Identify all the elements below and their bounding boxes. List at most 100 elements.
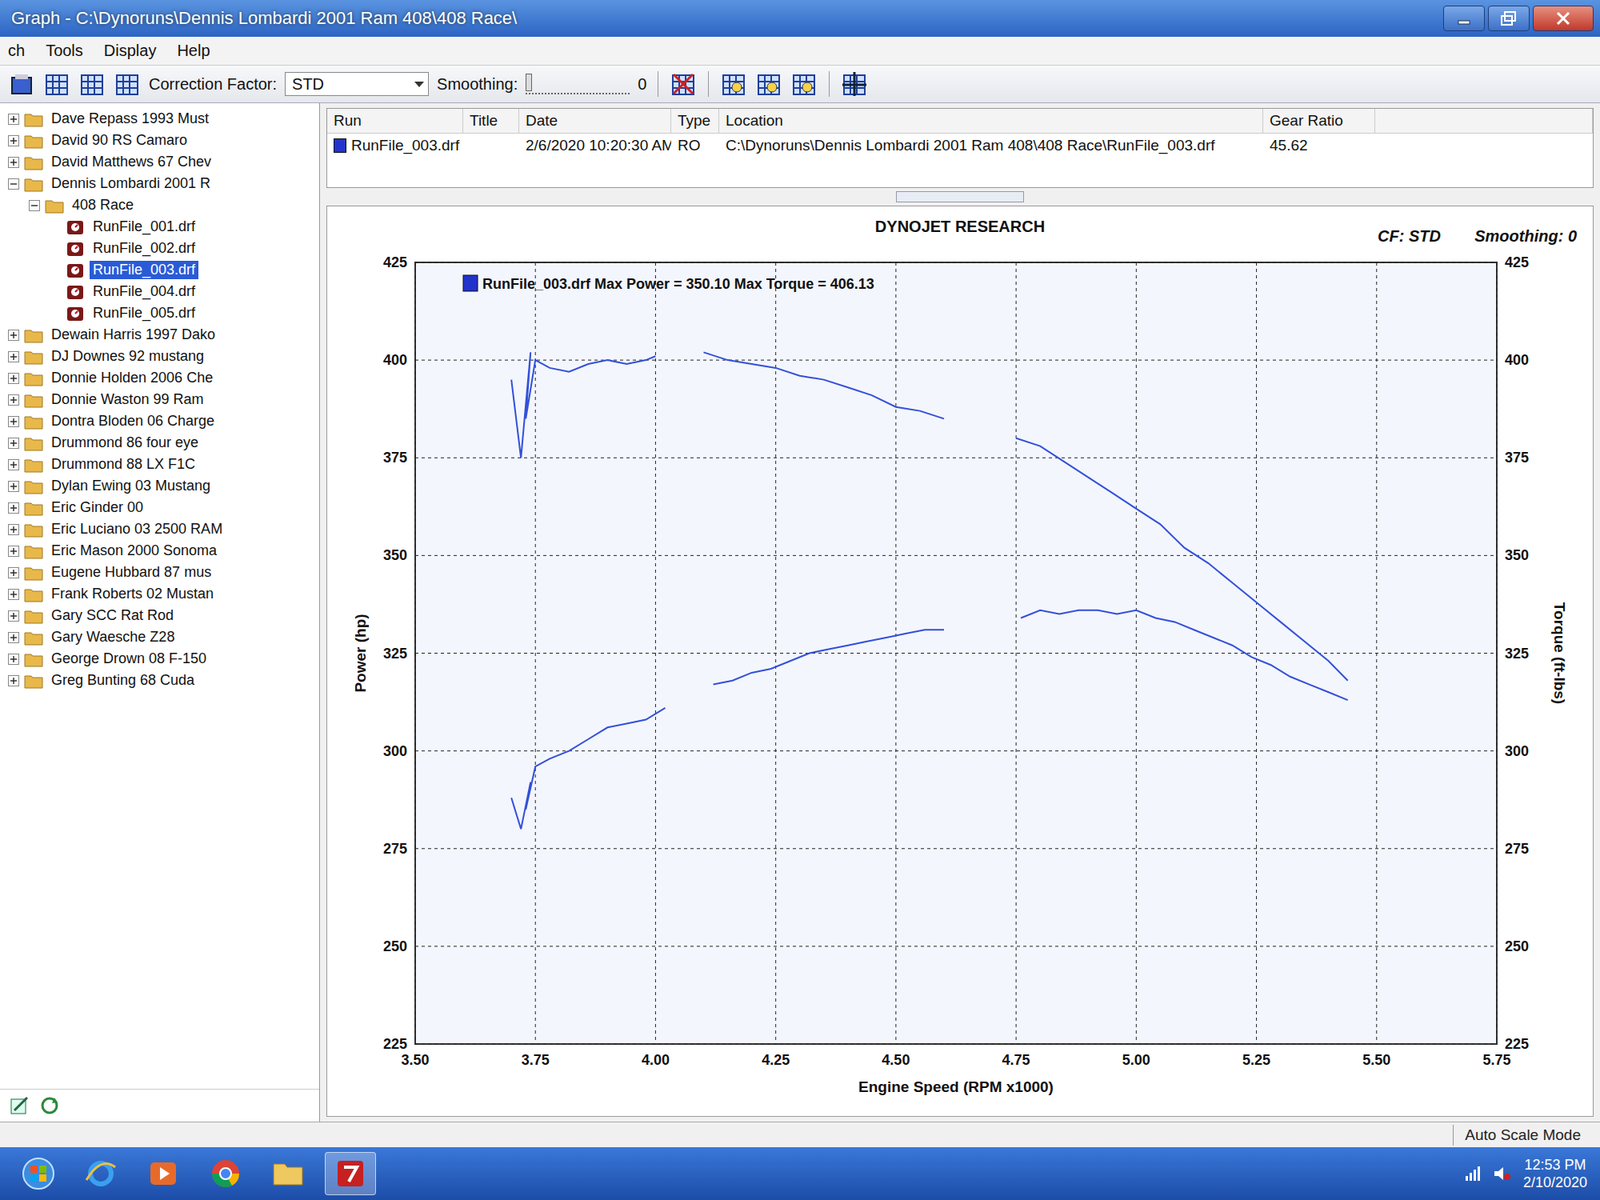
smoothing-slider[interactable] bbox=[525, 73, 630, 95]
expand-icon[interactable] bbox=[8, 480, 20, 492]
y-left-label: Power (hp) bbox=[352, 613, 369, 692]
tree-item[interactable]: Eugene Hubbard 87 mus bbox=[3, 561, 316, 584]
network-icon[interactable] bbox=[1464, 1164, 1482, 1183]
correction-value: STD bbox=[292, 75, 324, 94]
folder-icon bbox=[24, 586, 44, 603]
expand-icon[interactable] bbox=[8, 610, 20, 622]
expand-icon[interactable] bbox=[8, 372, 20, 384]
collapse-icon[interactable] bbox=[8, 178, 20, 190]
expand-icon[interactable] bbox=[8, 351, 20, 363]
taskbar-button[interactable] bbox=[324, 1152, 376, 1196]
taskbar-button[interactable] bbox=[137, 1152, 189, 1196]
expand-icon[interactable] bbox=[8, 437, 20, 449]
tree-item[interactable]: DJ Downes 92 mustang bbox=[3, 345, 316, 368]
menu-item[interactable]: Display bbox=[104, 41, 157, 60]
expand-icon[interactable] bbox=[8, 632, 20, 644]
tree-item[interactable]: David 90 RS Camaro bbox=[3, 129, 316, 152]
expand-icon[interactable] bbox=[8, 675, 20, 687]
tree-item[interactable]: Donnie Waston 99 Ram bbox=[3, 388, 316, 411]
tree-item[interactable]: Gary SCC Rat Rod bbox=[3, 604, 316, 627]
tree-label: Eric Mason 2000 Sonoma bbox=[48, 541, 220, 560]
toolbar-button[interactable] bbox=[113, 70, 141, 98]
tree-item[interactable]: RunFile_005.drf bbox=[3, 302, 316, 324]
volume-icon[interactable] bbox=[1492, 1164, 1512, 1183]
tree-item[interactable]: RunFile_001.drf bbox=[3, 216, 316, 238]
grid-line bbox=[415, 848, 1497, 849]
correction-dropdown[interactable]: STD bbox=[284, 72, 429, 96]
tree-label: RunFile_002.drf bbox=[89, 239, 199, 258]
toolbar-button[interactable] bbox=[669, 70, 697, 98]
y-right-tick: 325 bbox=[1504, 645, 1529, 662]
tree-item[interactable]: Dontra Bloden 06 Charge bbox=[3, 410, 316, 432]
expand-icon[interactable] bbox=[8, 113, 20, 125]
expand-icon[interactable] bbox=[8, 588, 20, 600]
tree-item[interactable]: Eric Ginder 00 bbox=[3, 496, 316, 519]
toolbar-button[interactable] bbox=[790, 70, 818, 98]
expand-icon[interactable] bbox=[8, 156, 20, 168]
clock[interactable]: 12:53 PM2/10/2020 bbox=[1523, 1156, 1588, 1192]
y-right-tick: 300 bbox=[1504, 743, 1529, 760]
menu-item[interactable]: Tools bbox=[45, 41, 84, 60]
tree-item[interactable]: Donnie Holden 2006 Che bbox=[3, 367, 316, 389]
tree-item[interactable]: Dave Repass 1993 Must bbox=[3, 108, 316, 130]
menu-item[interactable]: ch bbox=[8, 41, 25, 60]
taskbar-button[interactable] bbox=[262, 1152, 314, 1196]
tree-item[interactable]: Frank Roberts 02 Mustan bbox=[3, 583, 316, 605]
taskbar-button[interactable] bbox=[200, 1152, 252, 1196]
grid-line bbox=[415, 1044, 1497, 1045]
refresh-icon[interactable] bbox=[38, 1094, 61, 1117]
tree-item[interactable]: Eric Mason 2000 Sonoma bbox=[3, 540, 316, 562]
slider-thumb[interactable] bbox=[525, 73, 532, 92]
edit-icon[interactable] bbox=[8, 1094, 31, 1117]
expand-icon[interactable] bbox=[8, 416, 20, 428]
toolbar-button[interactable] bbox=[43, 70, 71, 98]
maximize-button[interactable] bbox=[1488, 5, 1530, 32]
toolbar-button[interactable] bbox=[720, 70, 748, 98]
expand-icon[interactable] bbox=[8, 135, 20, 147]
expand-icon[interactable] bbox=[8, 459, 20, 471]
power-line bbox=[1020, 610, 1348, 700]
menu-item[interactable]: Help bbox=[176, 41, 210, 60]
tree-item[interactable]: 408 Race bbox=[3, 194, 316, 216]
tree-item[interactable]: RunFile_003.drf bbox=[3, 259, 316, 281]
toolbar-button[interactable] bbox=[755, 70, 783, 98]
collapse-icon[interactable] bbox=[28, 200, 40, 212]
y-left-tick: 400 bbox=[383, 352, 408, 368]
expand-icon[interactable] bbox=[8, 329, 20, 341]
splitter[interactable] bbox=[326, 191, 1594, 203]
expand-icon[interactable] bbox=[8, 524, 20, 536]
table-cell bbox=[463, 133, 520, 158]
tree-item[interactable]: Eric Luciano 03 2500 RAM bbox=[3, 518, 316, 540]
tree-item[interactable]: David Matthews 67 Chev bbox=[3, 151, 316, 173]
toolbar-button[interactable] bbox=[840, 70, 868, 98]
tree-item[interactable]: RunFile_004.drf bbox=[3, 280, 316, 303]
tree-item[interactable]: Dylan Ewing 03 Mustang bbox=[3, 475, 316, 497]
expand-icon[interactable] bbox=[8, 567, 20, 579]
tree-item[interactable]: Dewain Harris 1997 Dako bbox=[3, 324, 316, 346]
toolbar-button[interactable] bbox=[78, 70, 106, 98]
tree-item[interactable]: RunFile_002.drf bbox=[3, 237, 316, 260]
tree-item[interactable]: George Drown 08 F-150 bbox=[3, 648, 316, 670]
run-color-swatch bbox=[333, 138, 347, 153]
chart-title: DYNOJET RESEARCH bbox=[875, 217, 1045, 236]
close-button[interactable] bbox=[1532, 5, 1594, 32]
toolbar-button[interactable] bbox=[8, 70, 36, 98]
tree-item[interactable]: Dennis Lombardi 2001 R bbox=[3, 172, 316, 195]
tree-item[interactable]: Greg Bunting 68 Cuda bbox=[3, 669, 316, 692]
hand-icon bbox=[756, 71, 782, 97]
expand-icon[interactable] bbox=[8, 502, 20, 514]
grid-line bbox=[415, 555, 1497, 556]
tree-item[interactable]: Gary Waesche Z28 bbox=[3, 626, 316, 648]
expand-icon[interactable] bbox=[8, 653, 20, 665]
minimize-button[interactable] bbox=[1443, 5, 1485, 32]
taskbar-button[interactable] bbox=[12, 1152, 64, 1196]
taskbar-button[interactable] bbox=[75, 1152, 127, 1196]
table-row[interactable]: RunFile_003.drf2/6/2020 10:20:30 AMROC:\… bbox=[327, 133, 1593, 158]
tree-item[interactable]: Drummond 86 four eye bbox=[3, 432, 316, 454]
title-bar: Graph - C:\Dynoruns\Dennis Lombardi 2001… bbox=[0, 0, 1600, 37]
x-tick: 4.00 bbox=[641, 1052, 670, 1068]
tree-item[interactable]: Drummond 88 LX F1C bbox=[3, 453, 316, 476]
expand-icon[interactable] bbox=[8, 545, 20, 557]
y-right-tick: 400 bbox=[1504, 352, 1529, 368]
expand-icon[interactable] bbox=[8, 394, 20, 406]
